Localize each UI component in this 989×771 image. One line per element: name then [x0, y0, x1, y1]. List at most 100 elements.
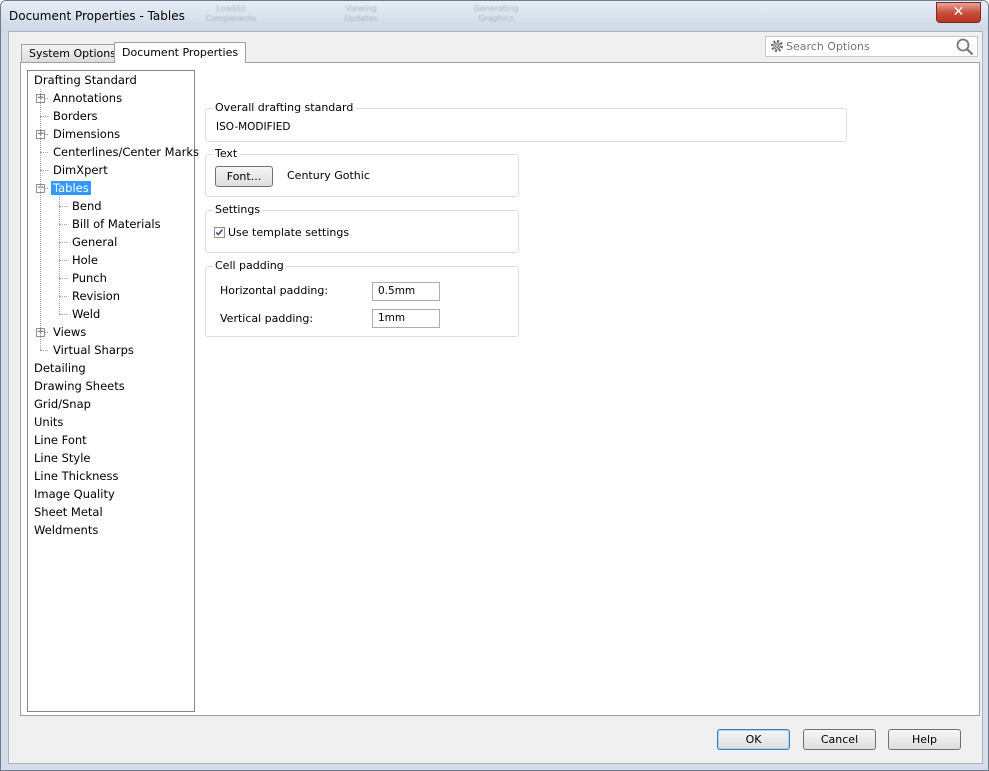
tree-connector: [59, 193, 60, 314]
group-title-settings: Settings: [213, 203, 263, 216]
tab-system-options[interactable]: System Options: [21, 44, 124, 62]
overall-standard-group: Overall drafting standard ISO-MODIFIED: [205, 101, 847, 142]
font-name: Century Gothic: [287, 169, 370, 182]
tree-item-line-font[interactable]: Line Font: [32, 431, 89, 449]
tree-item-views[interactable]: Views: [51, 323, 88, 341]
search-input[interactable]: [786, 38, 946, 55]
tab-document-properties[interactable]: Document Properties: [114, 42, 247, 63]
tree-connector: [59, 206, 67, 207]
overall-standard-value: ISO-MODIFIED: [216, 121, 291, 133]
tree-item-grid-snap[interactable]: Grid/Snap: [32, 395, 93, 413]
tree-connector: [59, 296, 67, 297]
tree-connector: [40, 89, 41, 350]
vertical-padding-field[interactable]: 1mm: [372, 309, 440, 328]
tree-connector: [40, 152, 48, 153]
check-icon: [215, 229, 223, 236]
dialog-client: System Options Document Properties Draft…: [8, 31, 983, 764]
tree-item-hole[interactable]: Hole: [70, 251, 100, 269]
window-title: Document Properties - Tables: [9, 9, 185, 23]
tree-item-label: Units: [34, 415, 64, 429]
tree-item-units[interactable]: Units: [32, 413, 65, 431]
tree-connector: [59, 278, 67, 279]
tree-connector: [40, 170, 48, 171]
tree-item-weldments[interactable]: Weldments: [32, 521, 100, 539]
ok-button[interactable]: OK: [717, 729, 790, 750]
tree-item-revision[interactable]: Revision: [70, 287, 122, 305]
tree-item-label: Sheet Metal: [34, 505, 103, 519]
search-options-box[interactable]: [765, 36, 978, 57]
tree-item-general[interactable]: General: [70, 233, 119, 251]
tree-item-bill-of-materials[interactable]: Bill of Materials: [70, 215, 163, 233]
text-group: Text Font... Century Gothic: [205, 147, 519, 197]
tree-connector: [59, 242, 67, 243]
tree-item-punch[interactable]: Punch: [70, 269, 109, 287]
tree-item-label: Centerlines/Center Marks: [53, 145, 200, 159]
tree-item-label: Line Thickness: [34, 469, 119, 483]
tree-item-label: Dimensions: [53, 127, 121, 141]
tree-connector: [59, 260, 67, 261]
tree-item-line-style[interactable]: Line Style: [32, 449, 93, 467]
tree-item-bend[interactable]: Bend: [70, 197, 104, 215]
background-label-2: Viewing Updates: [344, 4, 378, 23]
tree-item-label: Line Font: [34, 433, 87, 447]
search-icon[interactable]: [956, 38, 974, 56]
background-label-1: Load/Lt Components: [205, 4, 257, 23]
tree-item-drawing-sheets[interactable]: Drawing Sheets: [32, 377, 127, 395]
tree-item-line-thickness[interactable]: Line Thickness: [32, 467, 120, 485]
tree-item-label: Image Quality: [34, 487, 115, 501]
tree-item-detailing[interactable]: Detailing: [32, 359, 88, 377]
background-label-3: Generating Graphics: [473, 4, 519, 23]
help-button[interactable]: Help: [888, 729, 961, 750]
tree-item-label: DimXpert: [53, 163, 108, 177]
tree-item-label: Weld: [72, 307, 101, 321]
dialog-window: Document Properties - Tables Load/Lt Com…: [0, 0, 989, 771]
tree-connector: [40, 350, 48, 351]
tree-item-tables[interactable]: Tables: [51, 179, 91, 197]
group-title-text: Text: [213, 147, 240, 160]
tree-item-drafting-standard[interactable]: Drafting Standard: [32, 71, 139, 89]
tree-item-label: Revision: [72, 289, 121, 303]
tree-item-weld[interactable]: Weld: [70, 305, 102, 323]
tree-item-label: Bend: [72, 199, 102, 213]
tree-item-label: Virtual Sharps: [53, 343, 134, 357]
cancel-label: Cancel: [820, 733, 859, 746]
use-template-label: Use template settings: [228, 226, 350, 239]
use-template-checkbox[interactable]: [214, 227, 225, 238]
tree-item-centerlines-center-marks[interactable]: Centerlines/Center Marks: [51, 143, 201, 161]
properties-panel: Drafting Standard Annotations + Borders Dime…: [20, 62, 980, 716]
cancel-button[interactable]: Cancel: [803, 729, 876, 750]
tree-item-label: Weldments: [34, 523, 99, 537]
tree-connector: [40, 116, 48, 117]
tree-item-label: Borders: [53, 109, 98, 123]
title-bar[interactable]: Document Properties - Tables Load/Lt Com…: [1, 1, 988, 31]
settings-group: Settings Use template settings: [205, 203, 519, 253]
horizontal-padding-field[interactable]: 0.5mm: [372, 282, 440, 301]
tree-item-dimensions[interactable]: Dimensions: [51, 125, 122, 143]
tree-item-dimxpert[interactable]: DimXpert: [51, 161, 110, 179]
tree-item-label: Annotations: [53, 91, 123, 105]
gear-icon[interactable]: [769, 38, 785, 54]
tree-item-virtual-sharps[interactable]: Virtual Sharps: [51, 341, 136, 359]
tree-item-borders[interactable]: Borders: [51, 107, 100, 125]
tree-item-label: Line Style: [34, 451, 91, 465]
font-button-label: Font...: [226, 170, 262, 183]
group-title-overall-standard: Overall drafting standard: [213, 101, 356, 114]
tree-item-label: Hole: [72, 253, 98, 267]
tree-item-annotations[interactable]: Annotations: [51, 89, 124, 107]
tab-label: System Options: [29, 47, 116, 60]
tab-label: Document Properties: [122, 46, 239, 59]
tree-connector: [59, 224, 67, 225]
close-button[interactable]: ✕: [936, 2, 981, 23]
cell-padding-group: Cell padding Horizontal padding: 0.5mm V…: [205, 259, 519, 337]
horizontal-padding-label: Horizontal padding:: [220, 284, 329, 297]
tree-item-image-quality[interactable]: Image Quality: [32, 485, 117, 503]
tree-item-label: Tables: [51, 181, 91, 195]
tree-item-label: Drafting Standard: [34, 73, 137, 87]
tree-item-label: Views: [53, 325, 87, 339]
tree-item-label: Detailing: [34, 361, 86, 375]
font-button[interactable]: Font...: [215, 166, 273, 187]
options-tree[interactable]: Drafting Standard Annotations + Borders Dime…: [27, 70, 199, 712]
tree-item-label: Drawing Sheets: [34, 379, 125, 393]
tree-item-sheet-metal[interactable]: Sheet Metal: [32, 503, 105, 521]
group-title-cell-padding: Cell padding: [213, 259, 286, 272]
